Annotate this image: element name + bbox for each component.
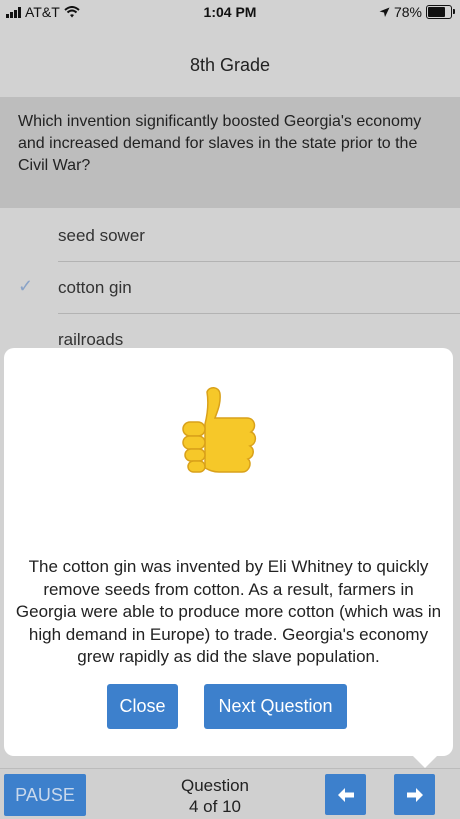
answer-option-cotton-gin[interactable]: ✓ cotton gin [0,262,460,314]
next-question-arrow-button[interactable] [394,774,435,815]
answer-list: seed sower ✓ cotton gin railroads [0,210,460,366]
question-text: Which invention significantly boosted Ge… [0,97,460,208]
next-question-button[interactable]: Next Question [204,684,347,729]
answer-option-seed-sower[interactable]: seed sower [0,210,460,262]
question-counter-label: Question [180,776,250,795]
bottom-toolbar: PAUSE Question 4 of 10 [0,768,460,819]
previous-question-button[interactable] [325,774,366,815]
popup-pointer [413,756,437,768]
arrow-right-icon [406,787,423,802]
answer-label: railroads [58,330,124,349]
page-title: 8th Grade [189,55,271,75]
feedback-popup: The cotton gin was invented by Eli Whitn… [4,348,453,768]
question-progress: 4 of 10 [189,797,241,816]
thumbs-up-icon [182,387,257,473]
feedback-text: The cotton gin was invented by Eli Whitn… [15,557,442,666]
pause-button[interactable]: PAUSE [4,774,86,816]
answer-label: cotton gin [58,278,132,297]
question-counter: Question 4 of 10 [150,775,280,817]
battery-icon [426,5,455,19]
arrow-left-icon [337,787,354,802]
battery-percent: 78% [393,4,422,20]
close-button[interactable]: Close [107,684,178,729]
answer-label: seed sower [58,226,145,245]
status-bar: AT&T 1:04 PM 78% [0,0,460,24]
checkmark-icon: ✓ [18,276,34,296]
location-arrow-icon [379,7,390,17]
